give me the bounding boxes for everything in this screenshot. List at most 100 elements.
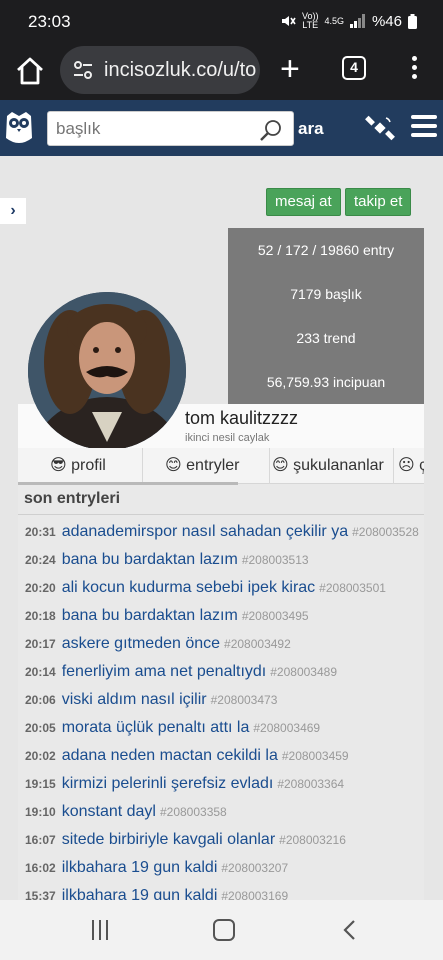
list-item[interactable]: 15:37 ilkbahara 19 gun kaldi #208003169 xyxy=(18,882,424,900)
entry-time: 15:37 xyxy=(25,889,56,900)
tab-switcher-button[interactable]: 4 xyxy=(342,56,366,80)
entry-title-link[interactable]: ilkbahara 19 gun kaldi xyxy=(62,859,218,876)
entry-list: 20:31 adanademirspor nasıl sahadan çekili… xyxy=(18,518,424,900)
entry-title-link[interactable]: askere gıtmeden önce xyxy=(62,635,220,652)
entry-time: 16:02 xyxy=(25,861,56,875)
entry-id-link[interactable]: #208003513 xyxy=(242,553,309,567)
entry-time: 20:20 xyxy=(25,581,56,595)
list-item[interactable]: 20:17 askere gıtmeden önce #208003492 xyxy=(18,630,424,658)
entry-id-link[interactable]: #208003364 xyxy=(277,777,344,791)
entry-id-link[interactable]: #208003473 xyxy=(211,693,278,707)
list-item[interactable]: 16:02 ilkbahara 19 gun kaldi #208003207 xyxy=(18,854,424,882)
lte-label: LTE xyxy=(302,20,319,30)
list-item[interactable]: 19:15 kirmizi pelerinli şerefsiz evladı #2… xyxy=(18,770,424,798)
entry-title-link[interactable]: morata üçlük penaltı attı la xyxy=(62,719,250,736)
entry-title-link[interactable]: konstant dayl xyxy=(62,803,156,820)
section-divider xyxy=(18,514,424,515)
search-button[interactable]: ara xyxy=(298,119,324,139)
entry-id-link[interactable]: #208003492 xyxy=(224,637,291,651)
user-rank: ikinci nesil caylak xyxy=(185,432,270,444)
entry-title-link[interactable]: bana bu bardaktan lazım xyxy=(62,551,238,568)
search-box[interactable] xyxy=(47,111,294,146)
tune-icon[interactable] xyxy=(72,59,94,81)
profile-stats: 52 / 172 / 19860 entry 7179 başlık 233 t… xyxy=(228,228,424,404)
entry-id-link[interactable]: #208003169 xyxy=(221,889,288,900)
frown-icon: ☹ xyxy=(398,457,415,474)
list-item[interactable]: 20:24 bana bu bardaktan lazım #208003513 xyxy=(18,546,424,574)
menu-icon[interactable] xyxy=(411,115,437,141)
tab-sukulananlar-label: şukulananlar xyxy=(293,457,384,474)
satellite-icon[interactable] xyxy=(364,112,396,144)
entry-title-link[interactable]: fenerliyim ama net penaltıydı xyxy=(62,663,267,680)
list-item[interactable]: 20:06 viski aldım nasıl içilir #208003473 xyxy=(18,686,424,714)
entry-id-link[interactable]: #208003501 xyxy=(319,581,386,595)
entry-title-link[interactable]: ali kocun kudurma sebebi ipek kirac xyxy=(62,579,315,596)
new-tab-plus-icon[interactable]: + xyxy=(280,50,300,88)
entry-title-link[interactable]: kirmizi pelerinli şerefsiz evladı xyxy=(62,775,274,792)
entry-id-link[interactable]: #208003528 xyxy=(352,525,419,539)
entry-id-link[interactable]: #208003489 xyxy=(270,665,337,679)
list-item[interactable]: 19:10 konstant dayl #208003358 xyxy=(18,798,424,826)
entry-title-link[interactable]: viski aldım nasıl içilir xyxy=(62,691,207,708)
entry-title-link[interactable]: adana neden mactan cekildi la xyxy=(62,747,278,764)
entry-id-link[interactable]: #208003469 xyxy=(253,721,320,735)
entry-id-link[interactable]: #208003459 xyxy=(282,749,349,763)
url-bar[interactable]: incisozluk.co/u/to xyxy=(60,46,260,94)
home-icon[interactable] xyxy=(14,55,46,87)
entry-title-link[interactable]: bana bu bardaktan lazım xyxy=(62,607,238,624)
stat-points: 56,759.93 incipuan xyxy=(266,374,386,390)
stat-trends[interactable]: 233 trend xyxy=(228,316,424,360)
back-icon[interactable] xyxy=(342,919,356,941)
search-input[interactable] xyxy=(56,118,256,140)
entry-time: 19:15 xyxy=(25,777,56,791)
profile-tabs: 😎 profil 😊 entryler 😊 şukulananlar ☹ ç xyxy=(18,448,424,484)
entry-title-link[interactable]: sitede birbiriyle kavgali olanlar xyxy=(62,831,275,848)
list-item[interactable]: 16:07 sitede birbiriyle kavgali olanlar #2… xyxy=(18,826,424,854)
entry-id-link[interactable]: #208003216 xyxy=(279,833,346,847)
entry-time: 20:14 xyxy=(25,665,56,679)
entry-title-link[interactable]: adanademirspor nasıl sahadan çekilir ya xyxy=(62,523,348,540)
list-item[interactable]: 20:18 bana bu bardaktan lazım #208003495 xyxy=(18,602,424,630)
site-header: ara xyxy=(0,100,443,156)
username: tom kaulitzzzz xyxy=(185,408,299,428)
entry-time: 20:05 xyxy=(25,721,56,735)
entry-id-link[interactable]: #208003207 xyxy=(221,861,288,875)
follow-button[interactable]: takip et xyxy=(345,188,412,216)
tab-cukulananlar-label: ç xyxy=(419,457,424,474)
entry-time: 20:06 xyxy=(25,693,56,707)
tab-entryler[interactable]: 😊 entryler xyxy=(143,448,270,484)
browser-toolbar: incisozluk.co/u/to + 4 xyxy=(0,42,443,100)
tab-sukulananlar[interactable]: 😊 şukulananlar xyxy=(270,448,394,484)
list-item[interactable]: 20:14 fenerliyim ama net penaltıydı #20800… xyxy=(18,658,424,686)
cool-face-icon: 😎 xyxy=(50,457,67,474)
avatar[interactable] xyxy=(28,292,186,450)
list-item[interactable]: 20:02 adana neden mactan cekildi la #20800… xyxy=(18,742,424,770)
battery-icon xyxy=(408,13,417,29)
sidebar-expand-chevron-icon[interactable]: › xyxy=(0,198,26,224)
avatar-portrait xyxy=(28,292,186,450)
owl-logo[interactable] xyxy=(4,108,34,148)
smile-icon: 😊 xyxy=(165,457,182,474)
entry-time: 20:31 xyxy=(25,525,56,539)
stat-entries[interactable]: 52 / 172 / 19860 entry xyxy=(228,228,424,272)
tab-cukulananlar[interactable]: ☹ ç xyxy=(394,448,424,484)
recent-apps-icon[interactable] xyxy=(90,920,110,940)
list-item[interactable]: 20:05 morata üçlük penaltı attı la #208003… xyxy=(18,714,424,742)
status-bar: 23:03 Vo)) LTE 4.5G %46 xyxy=(0,0,443,42)
list-item[interactable]: 20:20 ali kocun kudurma sebebi ipek kirac… xyxy=(18,574,424,602)
more-icon[interactable] xyxy=(404,56,424,84)
stat-titles[interactable]: 7179 başlık xyxy=(228,272,424,316)
url-text[interactable]: incisozluk.co/u/to xyxy=(104,59,256,82)
entry-id-link[interactable]: #208003495 xyxy=(242,609,309,623)
search-icon[interactable] xyxy=(259,118,283,142)
entry-id-link[interactable]: #208003358 xyxy=(160,805,227,819)
send-message-button[interactable]: mesaj at xyxy=(266,188,341,216)
tab-profil[interactable]: 😎 profil xyxy=(18,448,143,484)
home-button-icon[interactable] xyxy=(213,919,235,941)
entry-title-link[interactable]: ilkbahara 19 gun kaldi xyxy=(62,887,218,900)
entry-time: 16:07 xyxy=(25,833,56,847)
list-item[interactable]: 20:31 adanademirspor nasıl sahadan çekili… xyxy=(18,518,424,546)
network-label: Vo)) LTE xyxy=(302,12,319,30)
profile-page: › mesaj at takip et 52 / 172 / 19860 ent… xyxy=(0,156,443,900)
signal-icon xyxy=(349,14,365,28)
